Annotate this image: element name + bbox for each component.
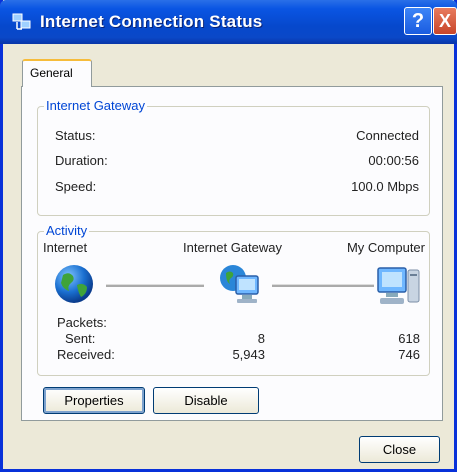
- sent-computer-value: 618: [398, 331, 420, 346]
- activity-group-legend: Activity: [44, 223, 90, 238]
- tab-general[interactable]: General: [22, 59, 92, 87]
- disable-button[interactable]: Disable: [153, 387, 259, 414]
- speed-value: 100.0 Mbps: [351, 179, 419, 194]
- duration-value: 00:00:56: [368, 153, 419, 168]
- network-connection-icon: [12, 13, 31, 30]
- received-label: Received:: [57, 347, 115, 362]
- general-panel: Internet Gateway Status: Connected Durat…: [21, 86, 443, 421]
- internet-gateway-group: Internet Gateway Status: Connected Durat…: [37, 98, 430, 216]
- packets-label: Packets:: [57, 315, 107, 330]
- gateway-group-legend: Internet Gateway: [44, 98, 147, 113]
- connection-status-window: Internet Connection Status ? X General I…: [0, 0, 457, 472]
- activity-group: Activity Internet Internet Gateway My Co…: [37, 223, 430, 376]
- globe-icon: [55, 265, 93, 303]
- help-icon: ?: [411, 10, 425, 32]
- sent-label: Sent:: [65, 331, 96, 346]
- close-icon: X: [438, 11, 451, 31]
- speed-label: Speed:: [55, 179, 97, 194]
- received-computer-value: 746: [398, 347, 420, 362]
- properties-button[interactable]: Properties: [43, 387, 145, 414]
- computer-icon: [377, 267, 420, 304]
- window-title: Internet Connection Status: [40, 12, 263, 31]
- status-label: Status:: [55, 128, 96, 143]
- connection-line-internet: [106, 284, 204, 287]
- gateway-icon: [220, 265, 259, 303]
- connection-line-computer: [272, 284, 374, 287]
- close-button[interactable]: Close: [359, 436, 440, 463]
- internet-node-label: Internet: [43, 240, 88, 255]
- computer-node-label: My Computer: [346, 240, 425, 255]
- help-button[interactable]: ?: [404, 7, 432, 35]
- duration-label: Duration:: [55, 153, 108, 168]
- gateway-node-label: Internet Gateway: [183, 240, 282, 255]
- title-close-button[interactable]: X: [433, 7, 457, 35]
- received-gateway-value: 5,943: [232, 347, 265, 362]
- title-bar[interactable]: Internet Connection Status ? X: [0, 0, 457, 44]
- status-value: Connected: [356, 128, 419, 143]
- sent-gateway-value: 8: [257, 331, 265, 346]
